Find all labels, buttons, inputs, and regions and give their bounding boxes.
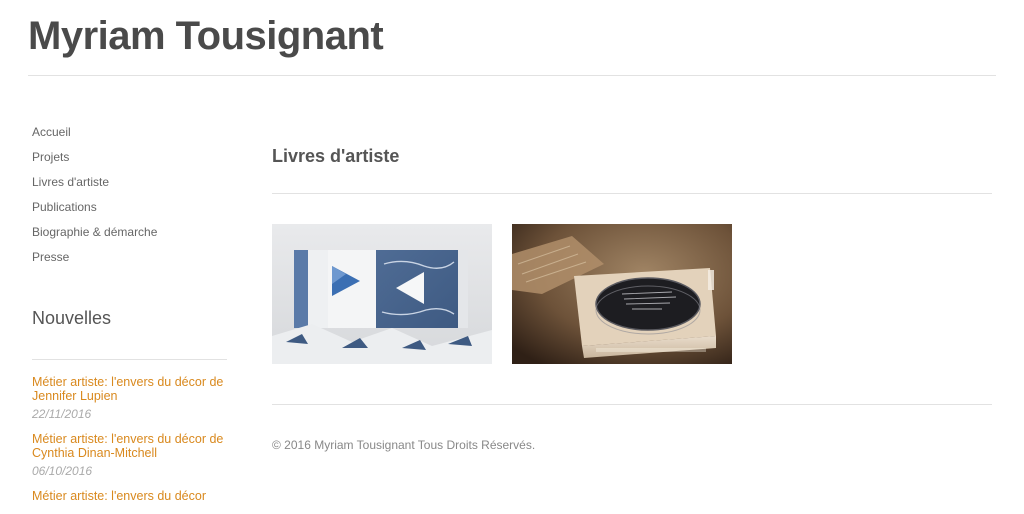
news-item-date: 22/11/2016 <box>32 407 92 421</box>
header-divider <box>28 75 996 76</box>
news-list: Métier artiste: l'envers du décor de Jen… <box>32 375 228 514</box>
nav-item-livres-artiste[interactable]: Livres d'artiste <box>32 170 228 195</box>
page-title: Livres d'artiste <box>272 146 400 166</box>
nav-item-presse[interactable]: Presse <box>32 245 228 270</box>
site-title[interactable]: Myriam Tousignant <box>28 14 384 59</box>
title-divider <box>272 193 992 194</box>
nav-item-biographie[interactable]: Biographie & démarche <box>32 220 228 245</box>
news-item: Métier artiste: l'envers du décor de Jen… <box>32 375 228 421</box>
news-item: Métier artiste: l'envers du décor de Cyn… <box>32 432 228 478</box>
footer-copyright: © 2016 Myriam Tousignant Tous Droits Rés… <box>272 438 536 452</box>
artist-book-triangles-image <box>272 224 492 364</box>
nav-item-projets[interactable]: Projets <box>32 145 228 170</box>
news-item-link[interactable]: Métier artiste: l'envers du décor <box>32 489 228 503</box>
main-nav: Accueil Projets Livres d'artiste Publica… <box>32 120 228 270</box>
nav-item-publications[interactable]: Publications <box>32 195 228 220</box>
news-section-title: Nouvelles <box>32 308 112 328</box>
news-item-link[interactable]: Métier artiste: l'envers du décor de Cyn… <box>32 432 228 460</box>
nav-item-accueil[interactable]: Accueil <box>32 120 228 145</box>
news-divider <box>32 359 227 360</box>
news-item-link[interactable]: Métier artiste: l'envers du décor de Jen… <box>32 375 228 403</box>
news-item-date: 06/10/2016 <box>32 464 93 478</box>
gallery-image-artist-book-disc-box[interactable] <box>512 224 732 364</box>
sidebar: Accueil Projets Livres d'artiste Publica… <box>32 120 228 503</box>
gallery-image-artist-book-triangles[interactable] <box>272 224 492 364</box>
footer-divider <box>272 404 992 405</box>
artist-book-disc-box-image <box>512 224 732 364</box>
news-item: Métier artiste: l'envers du décor <box>32 489 228 503</box>
